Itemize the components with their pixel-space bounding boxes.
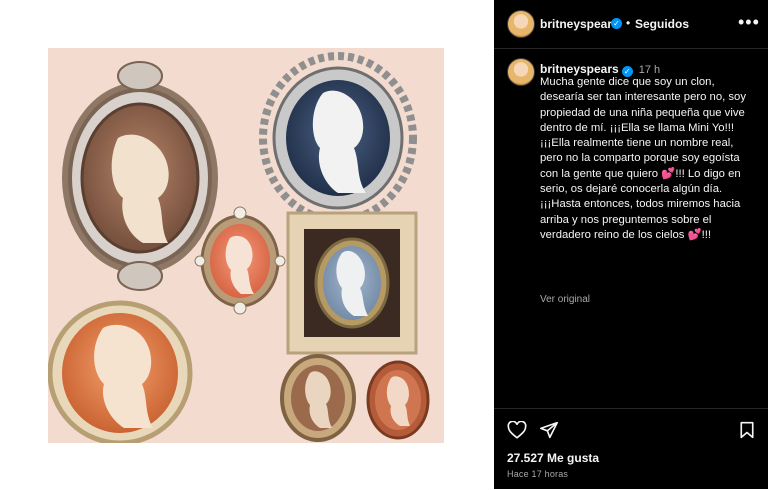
caption-avatar[interactable] [507, 58, 535, 86]
likes-count[interactable]: 27.527 Me gusta [507, 451, 599, 465]
framed-blue-cameo [286, 211, 418, 355]
verified-badge-icon: ✓ [611, 18, 622, 29]
post-details-pane: britneyspears ✓ • Seguidos ••• britneysp… [494, 0, 768, 489]
heart-outline-icon[interactable] [507, 420, 527, 444]
post-image-cameo-brooches[interactable] [48, 48, 444, 443]
more-options-icon[interactable]: ••• [738, 12, 760, 33]
see-original-link[interactable]: Ver original [540, 294, 590, 305]
following-button[interactable]: Seguidos [635, 17, 689, 31]
paper-plane-icon[interactable] [539, 421, 559, 444]
brooch-small-sepia-cameo [280, 354, 356, 442]
brooch-small-rust-cameo [366, 360, 430, 440]
post-media-pane [0, 0, 494, 489]
two-hearts-emoji-icon-2: 💕 [687, 228, 702, 241]
caption-username[interactable]: britneyspears [540, 62, 619, 76]
bookmark-icon[interactable] [739, 421, 755, 444]
post-timestamp[interactable]: Hace 17 horas [507, 469, 568, 479]
post-header: britneyspears ✓ • Seguidos ••• [494, 0, 768, 49]
post-actions: 27.527 Me gusta Hace 17 horas [494, 408, 768, 490]
caption-text: Mucha gente dice que soy un clon, desear… [540, 75, 754, 243]
author-username[interactable]: britneyspears [540, 17, 619, 31]
caption-text-part-1: Mucha gente dice que soy un clon, desear… [540, 76, 746, 180]
author-avatar[interactable] [507, 10, 535, 38]
cameo-collage-illustration [48, 48, 444, 443]
brooch-orange-cameo [48, 300, 193, 443]
header-separator: • [626, 16, 631, 30]
two-hearts-emoji-icon: 💕 [661, 167, 676, 180]
caption-text-part-3: !!! [701, 228, 712, 241]
